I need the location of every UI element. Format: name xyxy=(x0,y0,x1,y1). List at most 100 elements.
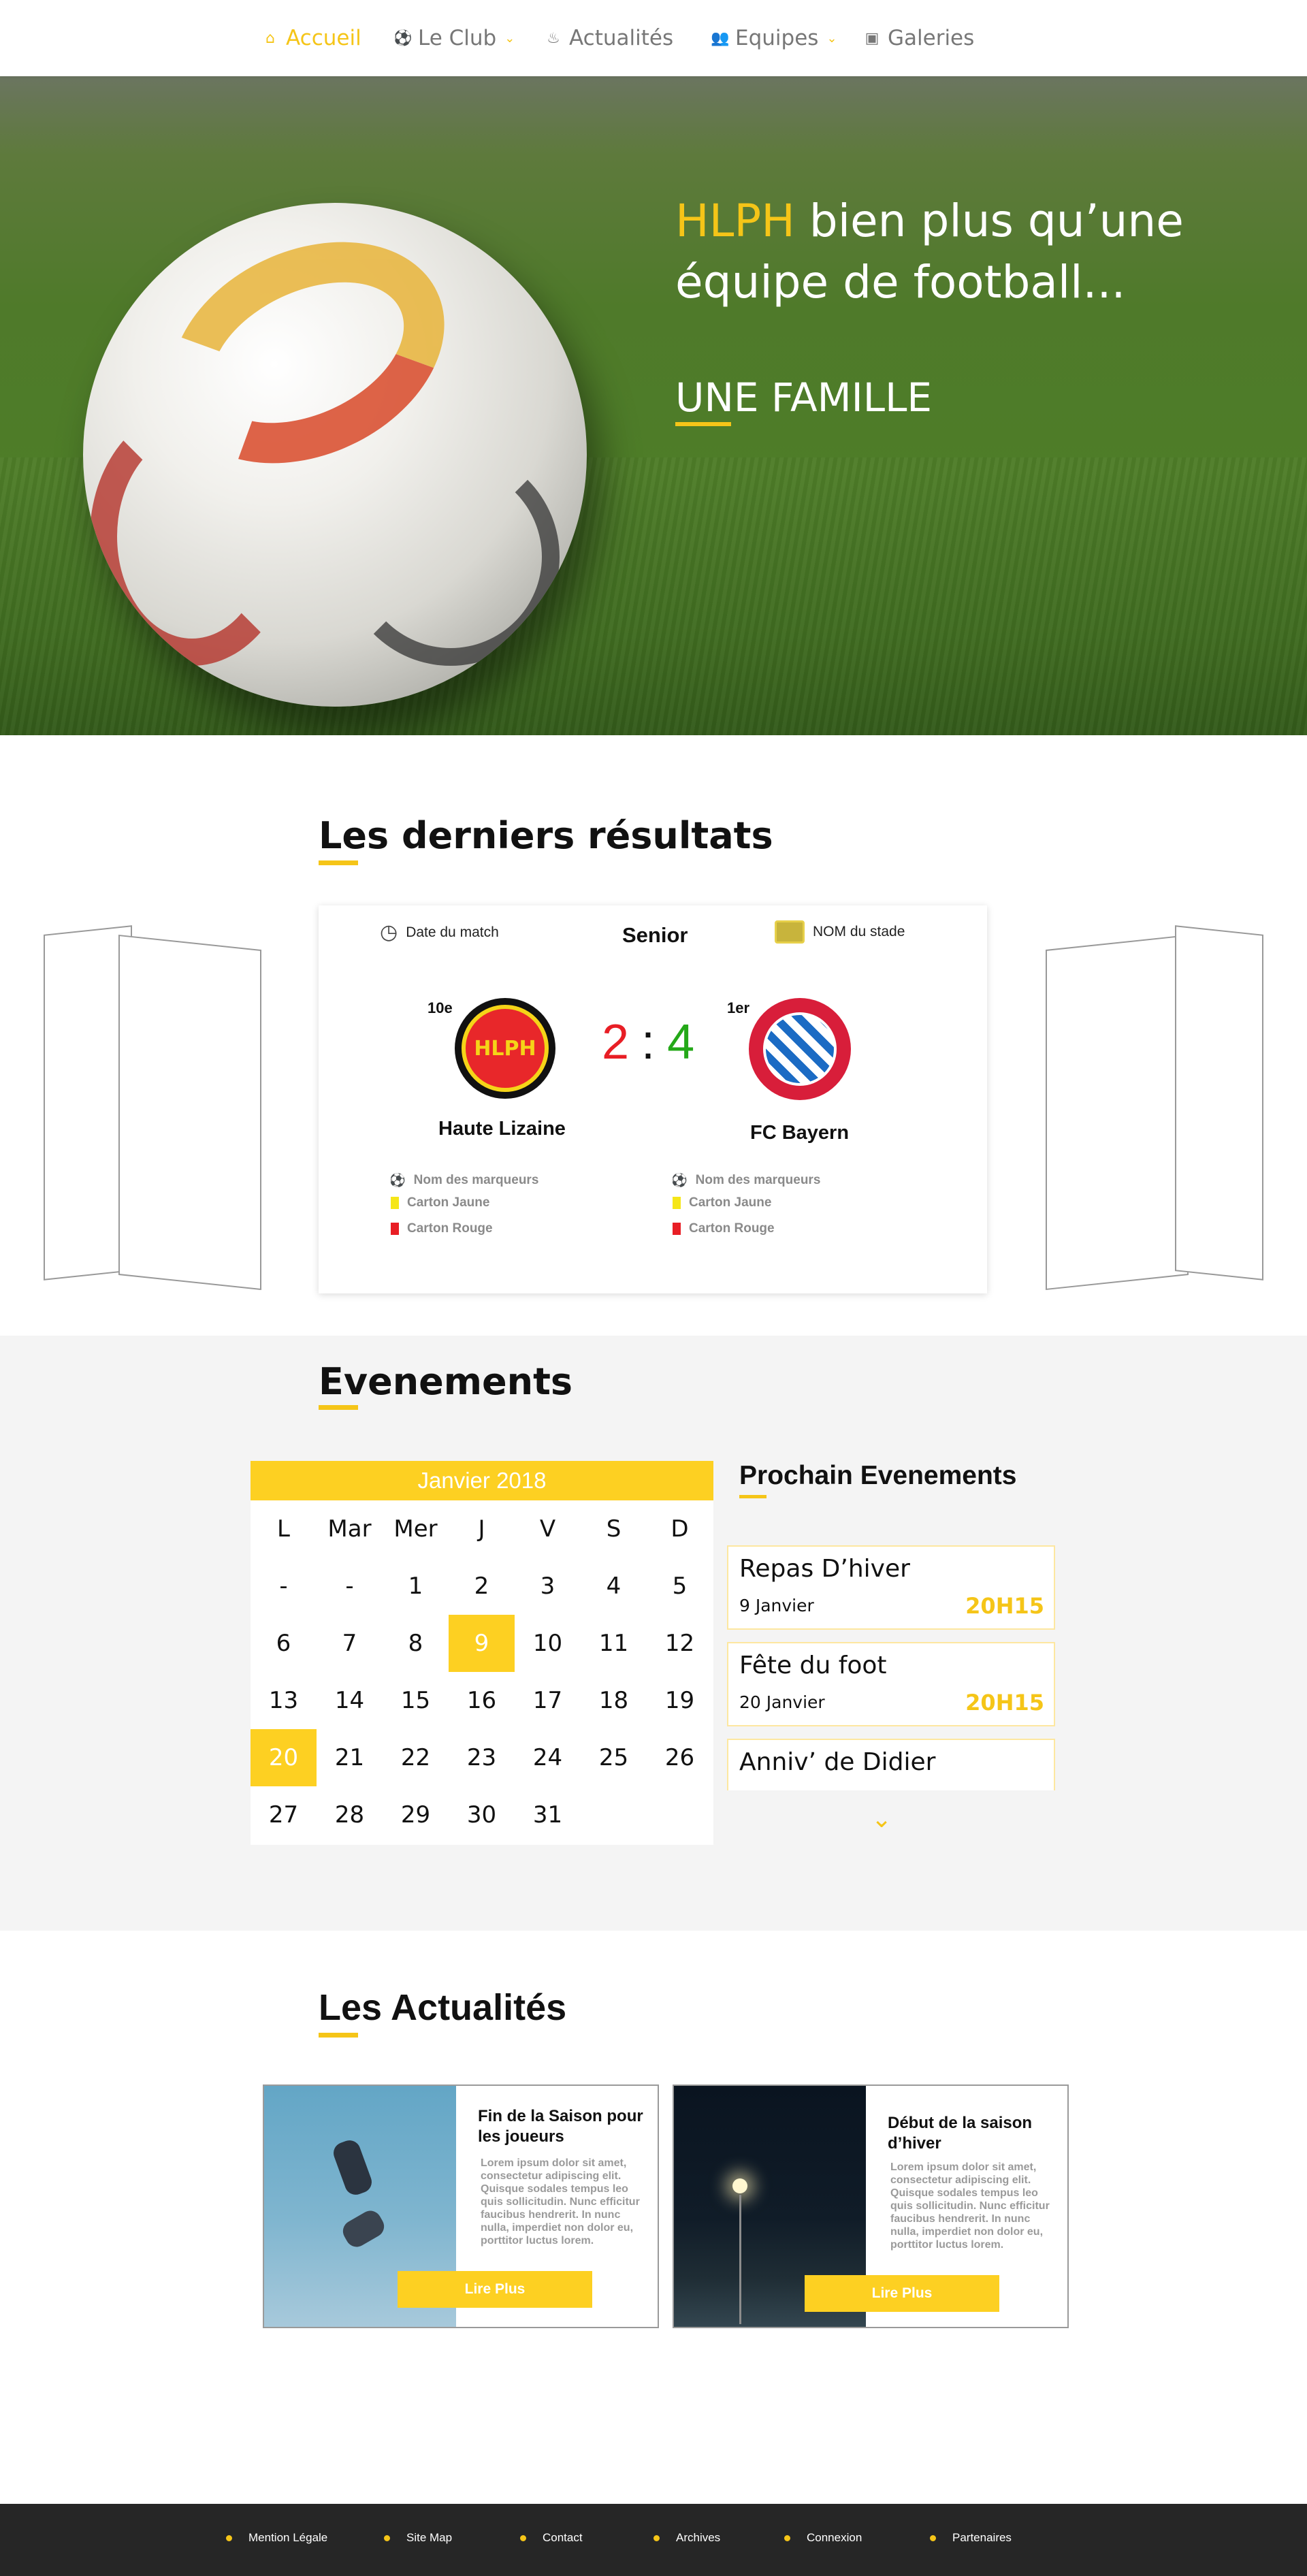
nav-item-actualites[interactable]: ♨ Actualités xyxy=(545,23,673,53)
nav-item-galeries[interactable]: ▣ Galeries xyxy=(863,23,975,53)
calendar-day[interactable]: 30 xyxy=(449,1786,515,1844)
hero-subtitle: UNE FAMILLE xyxy=(675,374,933,421)
nav-item-label: Equipes xyxy=(735,26,819,50)
calendar-day[interactable]: 15 xyxy=(383,1672,449,1729)
upcoming-events-list[interactable]: Repas D’hiver 9 Janvier 20H15 Fête du fo… xyxy=(722,1545,1062,1790)
main-nav: ⌂ Accueil ⚽ Le Club ⌄ ♨ Actualités 👥 Equ… xyxy=(0,0,1307,76)
footer-link[interactable]: Mention Légale xyxy=(226,2531,327,2545)
calendar-day[interactable]: 31 xyxy=(515,1786,581,1844)
hero-subtitle-underline xyxy=(675,422,731,426)
news-headline: Début de la saison d’hiver xyxy=(888,2114,1033,2153)
red-card-icon xyxy=(391,1223,399,1235)
calendar-day[interactable]: 24 xyxy=(515,1729,581,1786)
footer-link[interactable]: Contact xyxy=(520,2531,583,2545)
read-more-button[interactable]: Lire Plus xyxy=(805,2275,999,2312)
calendar-day[interactable]: 14 xyxy=(317,1672,383,1729)
footer-link[interactable]: Site Map xyxy=(384,2531,452,2545)
events-title: Evenements xyxy=(319,1360,573,1403)
news-excerpt: Lorem ipsum dolor sit amet, consectetur … xyxy=(481,2157,640,2247)
match-result-card: ◷ Date du match Senior NOM du stade 10e … xyxy=(319,905,987,1293)
score-separator: : xyxy=(641,1015,656,1069)
calendar-weekday: S xyxy=(606,1515,622,1543)
footer-link[interactable]: Connexion xyxy=(784,2531,862,2545)
soccer-ball-icon: ⚽ xyxy=(393,29,413,47)
footer: Mention Légale Site Map Contact Archives… xyxy=(0,2504,1307,2576)
calendar-day[interactable]: 7 xyxy=(317,1615,383,1672)
calendar-day[interactable]: 23 xyxy=(449,1729,515,1786)
calendar-day[interactable]: 2 xyxy=(449,1558,515,1615)
news-title: Les Actualités xyxy=(319,1987,567,2028)
calendar-day[interactable]: 13 xyxy=(251,1672,317,1729)
news-excerpt: Lorem ipsum dolor sit amet, consectetur … xyxy=(890,2161,1050,2251)
results-title: Les derniers résultats xyxy=(319,814,773,857)
nav-item-label: Accueil xyxy=(286,26,361,50)
event-card[interactable]: Fête du foot 20 Janvier 20H15 xyxy=(727,1642,1055,1726)
footer-link[interactable]: Partenaires xyxy=(930,2531,1012,2545)
calendar-day[interactable]: 12 xyxy=(647,1615,713,1672)
calendar-day[interactable]: 9 xyxy=(449,1615,515,1672)
home-rank: 10e xyxy=(427,999,453,1016)
read-more-button[interactable]: Lire Plus xyxy=(398,2271,592,2308)
chevron-down-icon[interactable]: ⌄ xyxy=(871,1805,892,1833)
gallery-icon: ▣ xyxy=(865,29,880,47)
calendar-day[interactable]: 3 xyxy=(515,1558,581,1615)
nav-item-le-club[interactable]: ⚽ Le Club ⌄ xyxy=(393,23,515,53)
bullet-icon xyxy=(520,2534,526,2541)
away-team-logo xyxy=(749,998,851,1100)
score-away: 4 xyxy=(667,1015,695,1069)
stadium-icon xyxy=(775,920,805,944)
calendar-day[interactable]: 28 xyxy=(317,1786,383,1844)
calendar-day[interactable]: 18 xyxy=(581,1672,647,1729)
news-card: Début de la saison d’hiver Lorem ipsum d… xyxy=(673,2084,1069,2328)
bullet-icon xyxy=(654,2534,660,2541)
red-card-icon xyxy=(673,1223,681,1235)
footer-link-label: Mention Légale xyxy=(248,2531,328,2544)
calendar-day[interactable]: 20 xyxy=(251,1729,317,1786)
calendar-day[interactable]: 22 xyxy=(383,1729,449,1786)
event-card[interactable]: Repas D’hiver 9 Janvier 20H15 xyxy=(727,1545,1055,1630)
events-title-underline xyxy=(319,1405,358,1410)
footer-link-label: Site Map xyxy=(406,2531,453,2544)
calendar-weekday: L xyxy=(277,1515,290,1543)
calendar-day[interactable]: 5 xyxy=(647,1558,713,1615)
nav-item-label: Galeries xyxy=(888,26,975,50)
clock-icon: ◷ xyxy=(380,921,398,944)
calendar-day[interactable]: 1 xyxy=(383,1558,449,1615)
nav-item-equipes[interactable]: 👥 Equipes ⌄ xyxy=(711,23,837,53)
calendar-day: - xyxy=(345,1573,354,1600)
calendar-day[interactable]: 27 xyxy=(251,1786,317,1844)
calendar-day[interactable]: 16 xyxy=(449,1672,515,1729)
calendar-day[interactable]: 26 xyxy=(647,1729,713,1786)
stadium-label: NOM du stade xyxy=(813,924,905,939)
home-team-logo: HLPH xyxy=(455,998,555,1099)
calendar-month: Janvier 2018 xyxy=(251,1461,713,1500)
score-home: 2 xyxy=(602,1015,630,1069)
calendar-day[interactable]: 4 xyxy=(581,1558,647,1615)
carousel-next-card[interactable] xyxy=(1175,925,1263,1281)
calendar-day[interactable]: 8 xyxy=(383,1615,449,1672)
news-card: Fin de la Saison pour les joueurs Lorem … xyxy=(263,2084,659,2328)
calendar-day[interactable]: 17 xyxy=(515,1672,581,1729)
carousel-prev-card[interactable] xyxy=(118,934,261,1291)
calendar-day[interactable]: 29 xyxy=(383,1786,449,1844)
stadium: NOM du stade xyxy=(775,920,905,944)
event-label: Carton Jaune xyxy=(407,1195,490,1210)
calendar-day[interactable]: 19 xyxy=(647,1672,713,1729)
nav-item-accueil[interactable]: ⌂ Accueil xyxy=(261,23,361,53)
chevron-down-icon: ⌄ xyxy=(504,31,515,46)
calendar-day[interactable]: 21 xyxy=(317,1729,383,1786)
footer-link[interactable]: Archives xyxy=(654,2531,720,2545)
calendar-day[interactable]: 11 xyxy=(581,1615,647,1672)
event-card[interactable]: Anniv’ de Didier xyxy=(727,1739,1055,1790)
hero-banner: HLPH bien plus qu’une équipe de football… xyxy=(0,76,1307,735)
calendar-weekday: V xyxy=(539,1515,556,1543)
footer-link-label: Connexion xyxy=(807,2531,862,2544)
bullet-icon xyxy=(784,2534,790,2541)
footer-link-label: Archives xyxy=(676,2531,721,2544)
calendar-day[interactable]: 25 xyxy=(581,1729,647,1786)
hero-title: HLPH bien plus qu’une équipe de football… xyxy=(675,191,1254,313)
people-icon: 👥 xyxy=(711,29,730,47)
carousel-next-card[interactable] xyxy=(1046,934,1189,1291)
calendar-day[interactable]: 6 xyxy=(251,1615,317,1672)
calendar-day[interactable]: 10 xyxy=(515,1615,581,1672)
